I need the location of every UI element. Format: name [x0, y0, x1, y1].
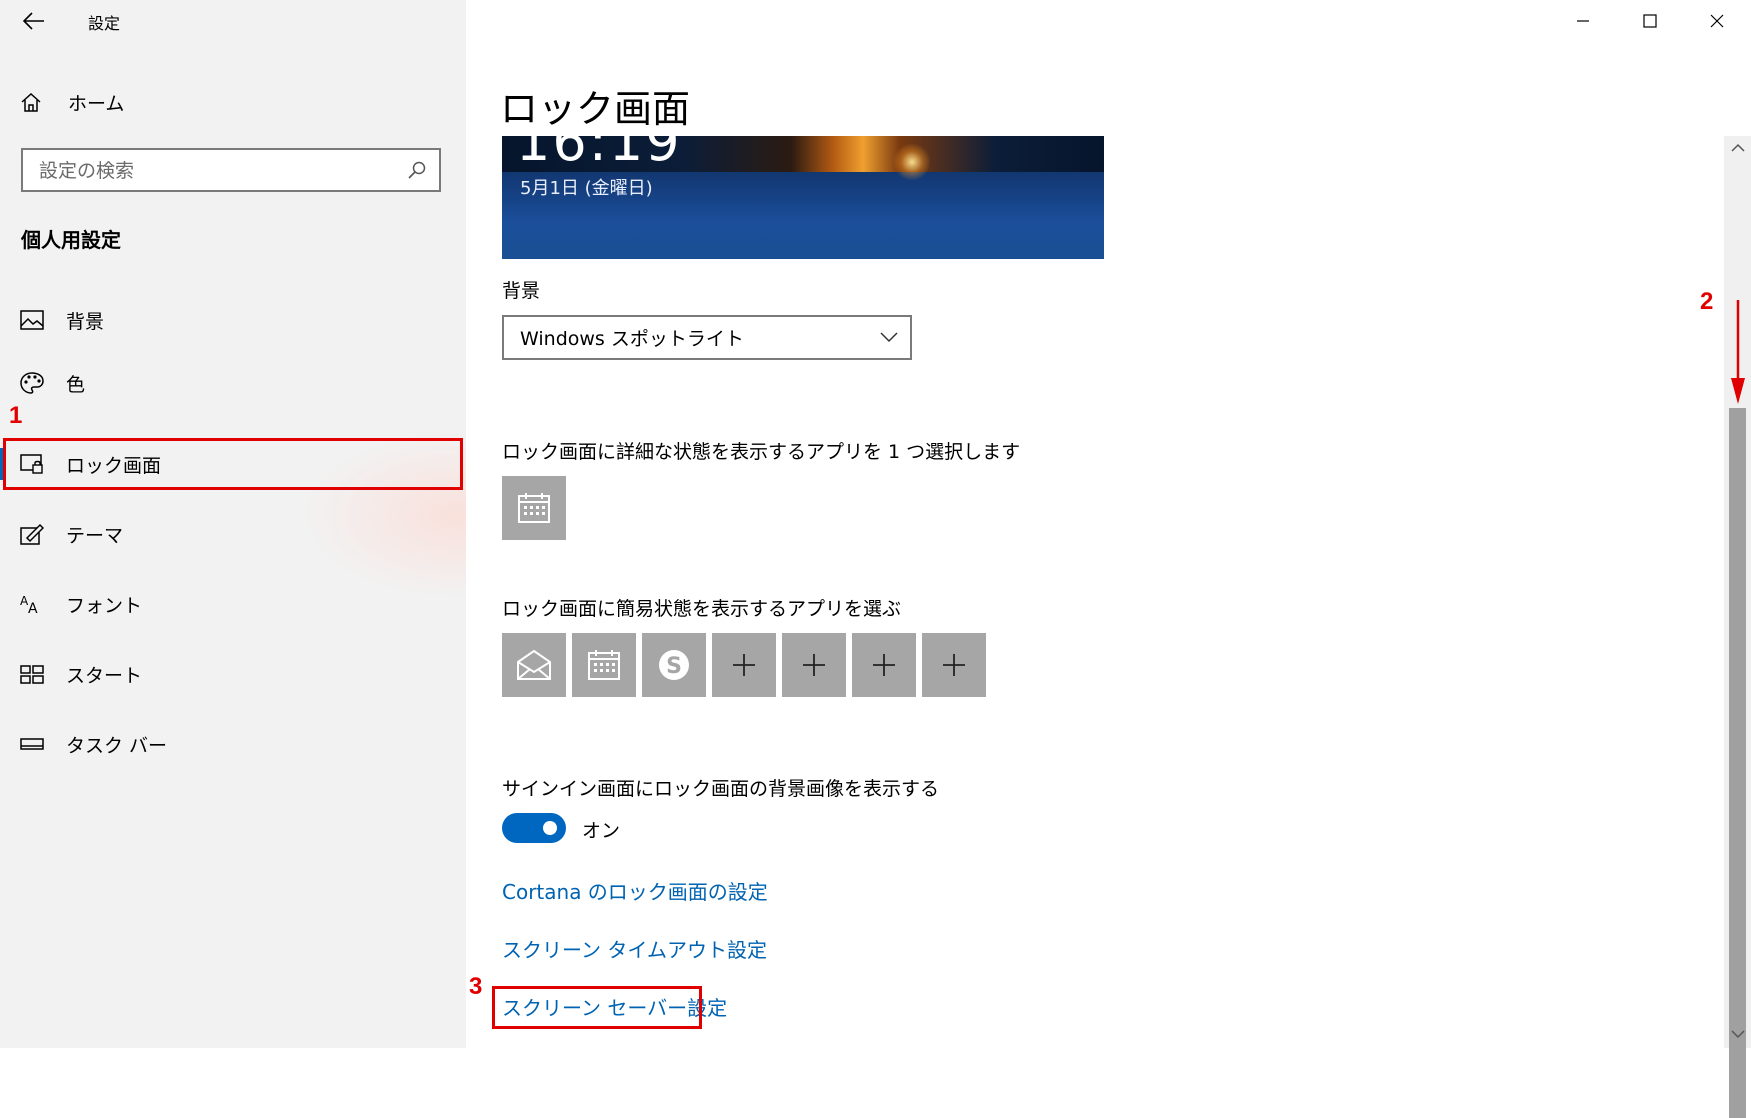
annotation-arrow-down-icon: [1731, 300, 1745, 404]
sidebar-item-label: 色: [66, 373, 86, 396]
detail-app-calendar-button[interactable]: [502, 476, 566, 540]
plus-icon: [943, 654, 965, 676]
detail-app-label: ロック画面に詳細な状態を表示するアプリを 1 つ選択します: [502, 441, 1021, 463]
back-button[interactable]: [16, 4, 52, 38]
taskbar-icon: [20, 738, 44, 750]
title-bar: 設定: [0, 0, 466, 42]
sidebar-item-label: タスク バー: [66, 734, 168, 757]
start-icon: [20, 665, 44, 684]
scrollbar-thumb[interactable]: [1729, 408, 1746, 1118]
screen-timeout-link[interactable]: スクリーン タイムアウト設定: [502, 934, 767, 963]
sidebar-item-label: スタート: [66, 664, 143, 687]
plus-icon: [873, 654, 895, 676]
theme-icon: [20, 523, 44, 545]
toggle-state-label: オン: [582, 820, 621, 842]
sidebar-item-label: 背景: [66, 310, 105, 333]
sidebar-item-font[interactable]: AA フォント: [0, 576, 466, 632]
plus-icon: [733, 654, 755, 676]
background-dropdown-value: Windows スポットライト: [520, 328, 744, 350]
quick-app-add-button-4[interactable]: [922, 633, 986, 697]
font-icon: AA: [20, 594, 38, 615]
preview-time: 16:19: [516, 136, 682, 173]
cortana-lock-screen-link[interactable]: Cortana のロック画面の設定: [502, 876, 768, 905]
signin-background-toggle[interactable]: [502, 813, 566, 843]
quick-app-mail-button[interactable]: [502, 633, 566, 697]
quick-app-calendar-button[interactable]: [572, 633, 636, 697]
sidebar-item-label: テーマ: [66, 524, 124, 547]
sidebar-item-taskbar[interactable]: タスク バー: [0, 716, 466, 772]
sidebar-item-background[interactable]: 背景: [0, 292, 466, 348]
preview-date: 5月1日 (金曜日): [520, 178, 653, 199]
app-title: 設定: [88, 14, 121, 33]
scroll-down-icon[interactable]: [1728, 1024, 1748, 1044]
annotation-2: 2: [1700, 288, 1714, 315]
svg-text:S: S: [666, 654, 682, 679]
mail-icon: [517, 649, 551, 680]
sidebar-item-home[interactable]: ホーム: [20, 86, 124, 118]
sidebar-item-label: ホーム: [68, 92, 125, 115]
sidebar-item-start[interactable]: スタート: [0, 646, 466, 702]
sidebar-item-label: フォント: [66, 594, 143, 617]
chevron-down-icon: [880, 332, 898, 343]
page-title: ロック画面: [500, 87, 691, 131]
quick-app-add-button-2[interactable]: [782, 633, 846, 697]
background-dropdown[interactable]: Windows スポットライト: [502, 315, 912, 360]
sidebar-item-theme[interactable]: テーマ: [0, 506, 466, 562]
home-icon: [21, 92, 41, 112]
quick-apps-label: ロック画面に簡易状態を表示するアプリを選ぶ: [502, 598, 902, 620]
picture-icon: [20, 310, 44, 330]
background-label: 背景: [502, 280, 541, 302]
search-icon[interactable]: [407, 160, 427, 180]
annotation-box-screen-saver: [492, 986, 702, 1029]
lock-screen-preview: 16:19 5月1日 (金曜日): [502, 136, 1104, 259]
svg-text:A: A: [28, 601, 38, 615]
plus-icon: [803, 654, 825, 676]
toggle-knob: [543, 821, 557, 835]
calendar-icon: [518, 493, 550, 523]
sidebar: 設定 ホーム 個人用設定 背景 色 ロック画面 テーマ AA フォント スタート…: [0, 0, 466, 1048]
main-content: ロック画面 16:19 5月1日 (金曜日) 背景 Windows スポットライ…: [466, 0, 1751, 1048]
sidebar-item-color[interactable]: 色: [0, 355, 466, 411]
search-input[interactable]: [23, 150, 411, 192]
palette-icon: [20, 372, 44, 394]
preview-sun-glow: [892, 144, 932, 180]
quick-app-add-button-3[interactable]: [852, 633, 916, 697]
signin-background-label: サインイン画面にロック画面の背景画像を表示する: [502, 778, 940, 800]
annotation-box-lock-screen: [3, 438, 463, 490]
skype-icon: S: [659, 650, 689, 680]
scrollbar[interactable]: [1724, 136, 1751, 1118]
annotation-1: 1: [9, 402, 23, 429]
quick-app-add-button-1[interactable]: [712, 633, 776, 697]
annotation-3: 3: [469, 973, 483, 1000]
quick-app-skype-button[interactable]: S: [642, 633, 706, 697]
back-arrow-icon: [23, 12, 44, 30]
calendar-icon: [588, 650, 620, 680]
section-title: 個人用設定: [21, 228, 121, 252]
search-box[interactable]: [21, 148, 441, 192]
scroll-up-icon[interactable]: [1728, 138, 1748, 158]
